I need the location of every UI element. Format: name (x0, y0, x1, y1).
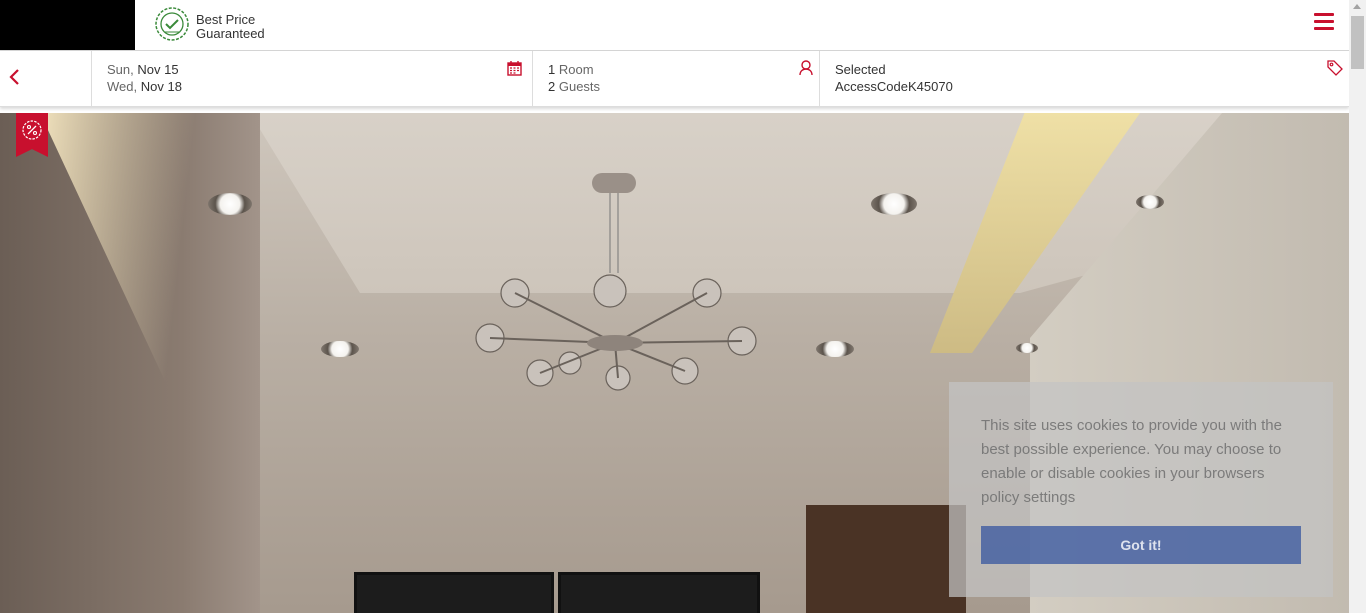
rooms-count: 1 Room (548, 62, 594, 77)
chevron-left-icon (9, 69, 19, 85)
badge-line1: Best Price (196, 11, 256, 27)
cookie-accept-button[interactable]: Got it! (981, 526, 1301, 564)
calendar-icon (507, 61, 522, 76)
checkin-date: Sun, Nov 15 (107, 62, 179, 77)
scrollbar-thumb[interactable] (1351, 16, 1364, 69)
top-header: Best Price Guaranteed (0, 0, 1349, 51)
dates-selector[interactable]: Sun, Nov 15 Wed, Nov 18 (92, 51, 533, 106)
cookie-message: This site uses cookies to provide you wi… (981, 417, 1282, 506)
code-label: Selected (835, 62, 886, 77)
hamburger-icon[interactable] (1314, 13, 1334, 33)
verified-check-icon (154, 6, 190, 47)
cookie-consent-banner: This site uses cookies to provide you wi… (949, 382, 1333, 597)
chandelier-image (475, 173, 757, 391)
page-scrollbar[interactable] (1349, 0, 1366, 613)
booking-bar: Sun, Nov 15 Wed, Nov 18 1 Room 2 Guests … (0, 51, 1349, 107)
badge-line2: Guaranteed (196, 25, 265, 41)
brand-logo[interactable] (0, 0, 135, 50)
rooms-guests-selector[interactable]: 1 Room 2 Guests (533, 51, 820, 106)
guests-count: 2 Guests (548, 79, 601, 94)
back-button[interactable] (0, 51, 92, 106)
access-code-selector[interactable]: Selected AccessCodeK45070 (820, 51, 1349, 106)
user-icon (799, 60, 813, 76)
code-value: AccessCodeK45070 (835, 79, 953, 94)
tag-icon (1327, 60, 1343, 76)
best-price-badge: Best Price Guaranteed (154, 6, 265, 47)
checkout-date: Wed, Nov 18 (107, 79, 182, 94)
scroll-up-arrow-icon[interactable] (1353, 4, 1361, 9)
